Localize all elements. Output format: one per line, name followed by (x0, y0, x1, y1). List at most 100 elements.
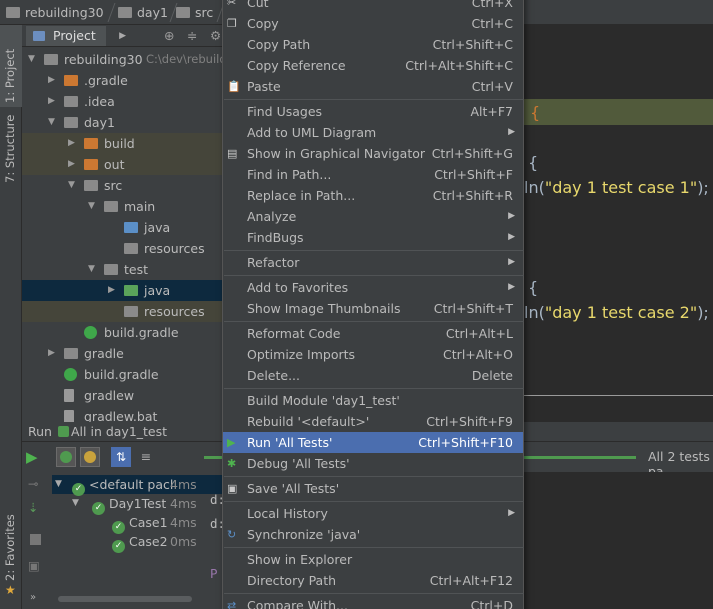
test-node-case[interactable]: ✓ Case2 0ms (52, 532, 222, 553)
test-node-case[interactable]: ✓ Case1 4ms (52, 513, 222, 534)
menu-item-refactor[interactable]: Refactor ▶ (223, 252, 523, 273)
menu-item-show-in-graphical-navigator[interactable]: ▤ Show in Graphical Navigator Ctrl+Shift+G (223, 143, 523, 164)
menu-item-debug-all-tests[interactable]: ✱ Debug 'All Tests' (223, 453, 523, 474)
menu-item-compare-with[interactable]: ⇄ Compare With... Ctrl+D (223, 595, 523, 609)
menu-item-find-usages[interactable]: Find Usages Alt+F7 (223, 101, 523, 122)
menu-item-label: Reformat Code (247, 326, 341, 341)
project-view-selector[interactable]: Project ▶ (26, 26, 126, 46)
menu-item-label: Cut (247, 0, 269, 10)
tree-collapse-icon[interactable]: ▼ (28, 49, 35, 70)
orange-folder-icon (84, 159, 98, 170)
tree-expand-icon[interactable]: ▶ (48, 343, 55, 364)
tree-item[interactable]: ▼ rebuilding30 C:\dev\rebuild (22, 49, 222, 70)
tree-item[interactable]: resources (22, 238, 222, 259)
menu-item-find-in-path[interactable]: Find in Path... Ctrl+Shift+F (223, 164, 523, 185)
menu-item-copy-path[interactable]: Copy Path Ctrl+Shift+C (223, 34, 523, 55)
tree-item[interactable]: resources (22, 301, 222, 322)
tree-item-label: java (144, 283, 171, 298)
sort-icon[interactable]: ⇅ (111, 447, 131, 467)
tree-collapse-icon[interactable]: ▼ (88, 259, 95, 280)
tree-item[interactable]: ▼ test (22, 259, 222, 280)
menu-item-cut[interactable]: ✂ Cut Ctrl+X (223, 0, 523, 13)
test-node-package[interactable]: ▼ ✓ <default pacl 4ms (52, 475, 222, 496)
tree-expand-icon[interactable]: ▶ (68, 133, 75, 154)
more-icon[interactable]: » (30, 592, 36, 603)
tree-expand-icon[interactable]: ▶ (48, 70, 55, 91)
tree-expand-icon[interactable]: ▼ (72, 494, 79, 513)
show-ignored-toggle[interactable] (80, 447, 100, 467)
tree-item[interactable]: ▼ main (22, 196, 222, 217)
tree-item[interactable]: build.gradle (22, 364, 222, 385)
show-passed-toggle[interactable] (56, 447, 76, 467)
settings-icon[interactable]: ⚙ (210, 28, 221, 43)
code-editor[interactable]: { { ln("day 1 test case 1"); { ln("day 1… (524, 25, 713, 425)
menu-item-show-image-thumbnails[interactable]: Show Image Thumbnails Ctrl+Shift+T (223, 298, 523, 319)
menu-item-paste[interactable]: 📋 Paste Ctrl+V (223, 76, 523, 97)
menu-item-analyze[interactable]: Analyze ▶ (223, 206, 523, 227)
tree-item[interactable]: java (22, 217, 222, 238)
menu-item-reformat-code[interactable]: Reformat Code Ctrl+Alt+L (223, 323, 523, 344)
context-menu: ✂ Cut Ctrl+X ❐ Copy Ctrl+C Copy Path Ctrl+Shift… (222, 0, 524, 609)
menu-item-synchronize-java[interactable]: ↻ Synchronize 'java' (223, 524, 523, 545)
target-icon[interactable]: ⊕ (164, 28, 174, 43)
menu-item-rebuild-default[interactable]: Rebuild '<default>' Ctrl+Shift+F9 (223, 411, 523, 432)
tree-item[interactable]: ▶ out (22, 154, 222, 175)
breadcrumb-item[interactable]: day1 (118, 4, 168, 22)
collapse-all-icon[interactable]: ≑ (187, 28, 197, 43)
tree-item[interactable]: ▼ src (22, 175, 222, 196)
menu-item-show-in-explorer[interactable]: Show in Explorer (223, 549, 523, 570)
stop-icon[interactable] (30, 534, 41, 545)
tree-item[interactable]: gradlew (22, 385, 222, 406)
tool-window-favorites-tab[interactable]: 2: Favorites (0, 514, 22, 591)
tree-collapse-icon[interactable]: ▼ (48, 112, 55, 133)
tree-item[interactable]: ▶ .gradle (22, 70, 222, 91)
breadcrumb-item[interactable]: src (176, 4, 213, 22)
menu-item-optimize-imports[interactable]: Optimize Imports Ctrl+Alt+O (223, 344, 523, 365)
save-config-icon: ▣ (227, 482, 238, 495)
code-line: { (530, 103, 541, 122)
tool-window-structure-tab[interactable]: 7: Structure (0, 113, 22, 183)
tree-collapse-icon[interactable]: ▼ (88, 196, 95, 217)
test-node-class[interactable]: ▼ ✓ Day1Test 4ms (52, 494, 222, 515)
folder-icon (84, 180, 98, 191)
menu-item-directory-path[interactable]: Directory Path Ctrl+Alt+F12 (223, 570, 523, 591)
tree-item[interactable]: ▶ build (22, 133, 222, 154)
menu-item-add-to-uml-diagram[interactable]: Add to UML Diagram ▶ (223, 122, 523, 143)
horizontal-scrollbar[interactable] (58, 596, 192, 602)
code-token: ln( (524, 178, 545, 197)
menu-item-copy[interactable]: ❐ Copy Ctrl+C (223, 13, 523, 34)
export-icon[interactable]: ▣ (28, 558, 40, 573)
menu-item-copy-reference[interactable]: Copy Reference Ctrl+Alt+Shift+C (223, 55, 523, 76)
editor-divider (524, 395, 713, 396)
tree-expand-icon[interactable]: ▼ (55, 475, 62, 494)
menu-item-shortcut: Ctrl+Alt+O (443, 347, 513, 362)
rerun-icon[interactable]: ▶ (26, 447, 46, 467)
run-configuration-tab[interactable]: All in day1_test (71, 422, 167, 442)
menu-item-replace-in-path[interactable]: Replace in Path... Ctrl+Shift+R (223, 185, 523, 206)
menu-item-build-module-day1-test[interactable]: Build Module 'day1_test' (223, 390, 523, 411)
tree-collapse-icon[interactable]: ▼ (68, 175, 75, 196)
tree-item[interactable]: ▶ .idea (22, 91, 222, 112)
tree-item[interactable]: ▼ day1 (22, 112, 222, 133)
sort-by-duration-icon[interactable]: ≡ (136, 447, 156, 467)
menu-item-add-to-favorites[interactable]: Add to Favorites ▶ (223, 277, 523, 298)
tree-expand-icon[interactable]: ▶ (48, 91, 55, 112)
tree-item[interactable]: build.gradle (22, 322, 222, 343)
menu-item-local-history[interactable]: Local History ▶ (223, 503, 523, 524)
tree-expand-icon[interactable]: ▶ (68, 154, 75, 175)
menu-item-findbugs[interactable]: FindBugs ▶ (223, 227, 523, 248)
menu-item-label: Compare With... (247, 598, 348, 609)
breadcrumb-item[interactable]: rebuilding30 (6, 4, 104, 22)
import-tests-icon[interactable]: ⇣ (28, 500, 38, 515)
menu-item-save-all-tests[interactable]: ▣ Save 'All Tests' (223, 478, 523, 499)
tree-expand-icon[interactable]: ▶ (108, 280, 115, 301)
tree-item[interactable]: ▶ gradle (22, 343, 222, 364)
dropdown-arrow-icon[interactable]: ▶ (119, 26, 126, 46)
menu-item-label: Debug 'All Tests' (247, 456, 350, 471)
menu-item-run-all-tests[interactable]: ▶ Run 'All Tests' Ctrl+Shift+F10 (223, 432, 523, 453)
tree-item[interactable]: ▶ java (22, 280, 222, 301)
tool-window-project-tab[interactable]: 1: Project (0, 25, 22, 107)
pin-icon[interactable]: ⊸ (28, 476, 38, 491)
menu-item-delete[interactable]: Delete... Delete (223, 365, 523, 386)
submenu-arrow-icon: ▶ (508, 282, 515, 292)
